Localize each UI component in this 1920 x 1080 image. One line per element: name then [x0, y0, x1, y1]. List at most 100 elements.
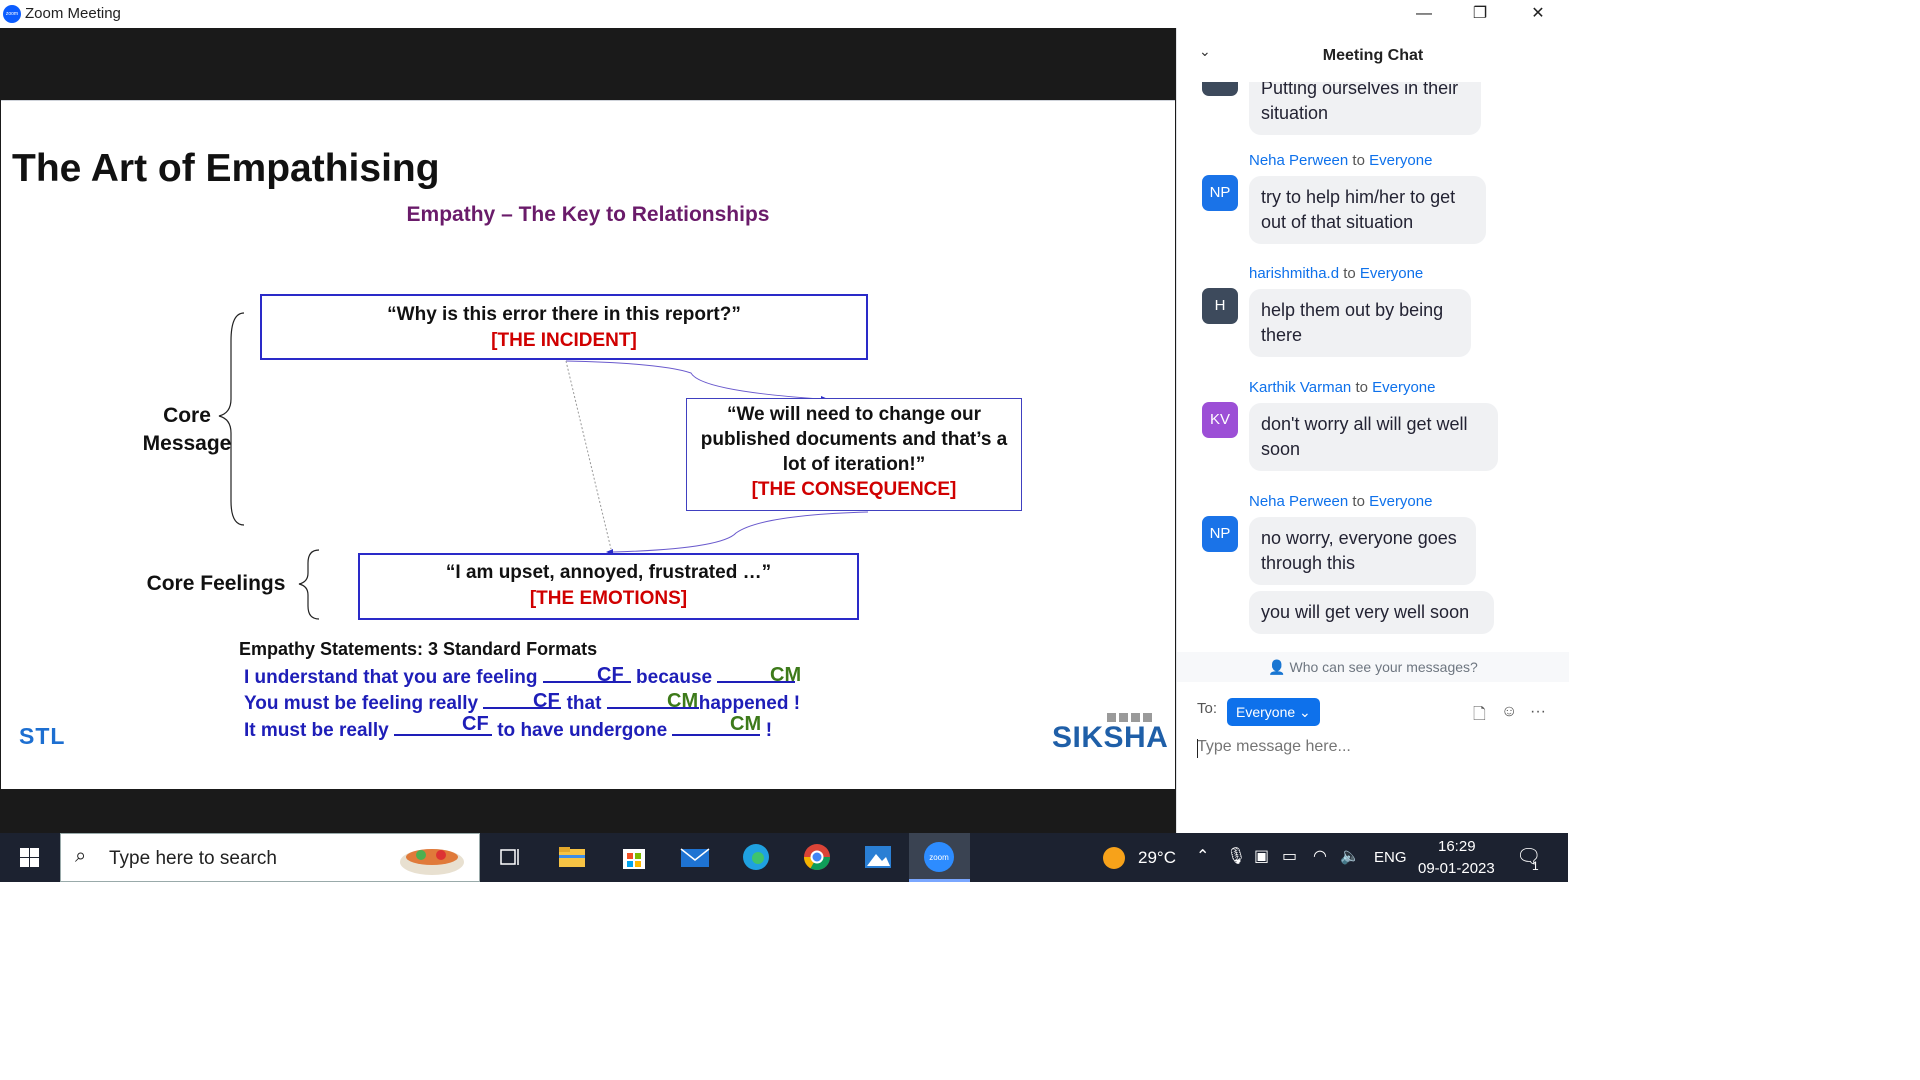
windows-taskbar: ⌕ Type here to search zoom 29°C ⌃ 🎙 ▣ ▭ …	[0, 833, 1568, 882]
microsoft-store-icon[interactable]	[618, 841, 650, 873]
consequence-tag: [THE CONSEQUENCE]	[751, 479, 957, 500]
shared-slide: The Art of Empathising Empathy – The Key…	[1, 100, 1175, 789]
task-view-icon[interactable]	[494, 841, 526, 873]
message-text: soon	[1261, 439, 1301, 459]
close-button[interactable]: ✕	[1510, 0, 1566, 28]
core-message-label: Core Message	[132, 402, 242, 458]
photos-icon[interactable]	[862, 841, 894, 873]
chrome-browser-icon[interactable]	[801, 841, 833, 873]
avatar: NP	[1202, 516, 1238, 552]
avatar: NP	[1202, 175, 1238, 211]
core-message-line1: Core	[163, 404, 211, 427]
who-can-see-text: Who can see your messages?	[1289, 659, 1478, 675]
statement-2-text-c: happened !	[698, 693, 801, 714]
screen-share-icon[interactable]: ▣	[1254, 846, 1269, 866]
statement-2-text-b: that	[561, 693, 607, 714]
statement-3: It must be really to have undergone !	[244, 720, 772, 742]
wifi-icon[interactable]: ◠	[1313, 846, 1327, 866]
chevron-up-icon[interactable]: ⌃	[1196, 846, 1209, 866]
volume-icon[interactable]: 🔈	[1340, 846, 1360, 866]
statement-1: I understand that you are feeling becaus…	[244, 667, 796, 689]
to-word: to	[1352, 493, 1365, 510]
search-highlight-image	[400, 849, 464, 875]
more-options-icon[interactable]: ···	[1530, 703, 1546, 721]
start-button[interactable]	[0, 833, 58, 882]
recipient-name: Everyone	[1372, 379, 1436, 396]
core-feelings-label: Core Feelings	[146, 572, 286, 595]
clock-date[interactable]: 09-01-2023	[1418, 860, 1495, 877]
sender-name[interactable]: Karthik Varman	[1249, 379, 1351, 396]
restore-button[interactable]: ❐	[1452, 0, 1508, 28]
incident-box: “Why is this error there in this report?…	[260, 294, 868, 360]
slide-title: The Art of Empathising	[12, 147, 440, 190]
statement-3-text-c: !	[760, 720, 773, 741]
consequence-line3: lot of iteration!”	[782, 454, 926, 475]
siksha-logo: SIKSHA	[1052, 721, 1169, 754]
emotions-quote: “I am upset, annoyed, frustrated …”	[445, 562, 772, 583]
statement-1-text-b: because	[630, 667, 718, 688]
to-word: to	[1352, 152, 1365, 169]
message-text: out of that situation	[1261, 212, 1414, 232]
microphone-icon[interactable]: 🎙	[1226, 846, 1246, 866]
search-placeholder: Type here to search	[109, 848, 277, 869]
chat-bubble: no worry, everyone goes through this	[1249, 517, 1476, 585]
statements-heading: Empathy Statements: 3 Standard Formats	[239, 639, 598, 659]
zoom-taskbar-button[interactable]: zoom	[909, 833, 970, 882]
cm-tag: CM	[667, 690, 699, 712]
statement-3-text-a: It must be really	[244, 720, 394, 741]
sender-name[interactable]: Neha Perween	[1249, 493, 1348, 510]
statement-1-text-a: I understand that you are feeling	[244, 667, 543, 688]
message-input[interactable]	[1197, 738, 1547, 756]
message-text: through this	[1261, 553, 1356, 573]
weather-sun-icon[interactable]	[1102, 846, 1126, 870]
message-sender: Neha Perween to Everyone	[1249, 152, 1432, 169]
sender-name[interactable]: harishmitha.d	[1249, 265, 1339, 282]
windows-logo-icon	[20, 848, 39, 867]
message-text: try to help him/her to get	[1261, 187, 1456, 207]
chat-bubble: you will get very well soon	[1249, 591, 1494, 634]
recipient-dropdown[interactable]: Everyone ⌄	[1227, 698, 1320, 726]
battery-icon[interactable]: ▭	[1282, 846, 1297, 866]
incident-tag: [THE INCIDENT]	[491, 330, 637, 351]
people-icon: 👤	[1268, 659, 1290, 675]
temperature[interactable]: 29°C	[1138, 848, 1176, 868]
chat-header: ⌄ Meeting Chat	[1177, 28, 1569, 82]
recipient-name: Everyone	[1369, 493, 1433, 510]
message-text: situation	[1261, 103, 1329, 123]
who-can-see-messages[interactable]: 👤 Who can see your messages?	[1177, 652, 1569, 682]
sender-name[interactable]: Neha Perween	[1249, 152, 1348, 169]
avatar	[1202, 82, 1238, 96]
stl-logo: STL	[19, 723, 66, 749]
cf-tag: CF	[462, 713, 489, 735]
slide-subtitle-text: Empathy – The Key to Relationships	[406, 203, 770, 226]
taskbar-search-box[interactable]: ⌕ Type here to search	[60, 833, 480, 882]
file-icon[interactable]: 🗋	[1473, 703, 1486, 730]
chevron-down-icon: ⌄	[1299, 704, 1311, 720]
emoji-icon[interactable]: ☺	[1501, 703, 1517, 721]
file-explorer-icon[interactable]	[556, 841, 588, 873]
siksha-logo-dots	[1107, 709, 1167, 722]
minimize-button[interactable]: —	[1396, 0, 1452, 28]
svg-text:zoom: zoom	[929, 853, 949, 862]
edge-browser-icon[interactable]	[740, 841, 772, 873]
input-language[interactable]: ENG	[1374, 849, 1407, 866]
chat-bubble: help them out by being there	[1249, 289, 1471, 357]
chat-title: Meeting Chat	[1322, 47, 1424, 64]
cm-tag: CM	[730, 713, 762, 735]
statement-2-text-a: You must be feeling really	[244, 693, 484, 714]
window-titlebar: zoom Zoom Meeting — ❐ ✕	[0, 0, 1568, 28]
cf-tag: CF	[533, 690, 560, 712]
cf-tag: CF	[597, 664, 624, 686]
message-text: Putting ourselves in their	[1261, 82, 1459, 98]
statement-2: You must be feeling really that happened…	[244, 693, 800, 715]
avatar: H	[1202, 288, 1238, 324]
message-text: there	[1261, 325, 1303, 345]
chat-message-list[interactable]: Putting ourselves in their situation Neh…	[1177, 82, 1569, 652]
to-word: to	[1355, 379, 1368, 396]
emotions-box: “I am upset, annoyed, frustrated …” [THE…	[358, 553, 859, 620]
meeting-view: The Art of Empathising Empathy – The Key…	[0, 28, 1176, 833]
notification-count: 1	[1532, 859, 1539, 873]
mail-icon[interactable]	[679, 841, 711, 873]
clock-time[interactable]: 16:29	[1438, 838, 1476, 855]
message-text: no worry, everyone goes	[1261, 528, 1457, 548]
